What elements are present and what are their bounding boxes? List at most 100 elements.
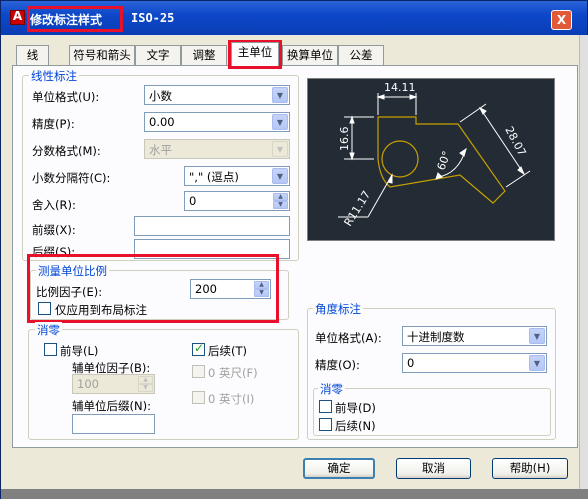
- tab-primary-units[interactable]: 主单位: [231, 42, 279, 66]
- zero-inches-label: 0 英寸(I): [208, 392, 255, 406]
- dimension-style-dialog: A 修改标注样式 ISO-25 X 线 符号和箭头 文字 调整 主单位 换算单位…: [0, 0, 588, 499]
- close-button[interactable]: X: [551, 10, 572, 30]
- layout-only-label: 仅应用到布局标注: [55, 303, 147, 317]
- background-window-strip: [1, 489, 588, 499]
- angular-precision-value: 0: [407, 356, 415, 370]
- chevron-down-icon[interactable]: ▼: [529, 355, 545, 371]
- tab-fit[interactable]: 调整: [181, 45, 227, 65]
- tab-alternate-units[interactable]: 换算单位: [282, 45, 338, 65]
- preview-dim-angle: 60°: [435, 149, 454, 172]
- window-title: 修改标注样式: [30, 13, 103, 27]
- spin-down-icon[interactable]: ▼: [273, 201, 288, 209]
- preview-drawing: 14.11 16.6 28.07 60° R11.17: [338, 81, 531, 229]
- scale-factor-label: 比例因子(E):: [36, 285, 103, 299]
- round-off-stepper[interactable]: 0 ▲ ▼: [184, 191, 290, 211]
- cancel-button-label: 取消: [422, 461, 445, 475]
- angular-precision-select[interactable]: 0 ▼: [402, 353, 547, 373]
- tab-label: 符号和箭头: [73, 48, 131, 62]
- angular-zero-suppression-legend: 消零: [318, 381, 345, 397]
- fraction-format-select[interactable]: 水平 ▼: [144, 139, 290, 159]
- angular-unit-format-value: 十进制度数: [407, 330, 465, 344]
- close-icon: X: [556, 13, 567, 27]
- unit-format-value: 小数: [149, 89, 172, 103]
- angular-leading-zero-label: 前导(D): [335, 401, 376, 415]
- suffix-label: 后缀(S):: [32, 245, 76, 259]
- tab-label: 调整: [192, 48, 216, 62]
- angular-unit-format-label: 单位格式(A):: [315, 331, 382, 345]
- chevron-down-icon: ▼: [272, 141, 288, 157]
- trailing-zero-label: 后续(T): [208, 344, 247, 358]
- sub-unit-factor-value: 100: [77, 377, 99, 391]
- precision-value: 0.00: [149, 115, 175, 129]
- trailing-zero-checkbox[interactable]: [192, 341, 205, 356]
- chevron-down-icon: ▼: [272, 168, 288, 184]
- preview-dim-left: 16.6: [338, 127, 351, 152]
- preview-dim-top: 14.11: [384, 81, 416, 94]
- spin-up-icon[interactable]: ▲: [138, 376, 153, 384]
- title-bar[interactable]: A 修改标注样式 ISO-25 X: [1, 1, 587, 35]
- precision-select[interactable]: 0.00 ▼: [144, 112, 290, 132]
- round-off-value: 0: [189, 194, 197, 208]
- dimension-style-name: ISO-25: [131, 11, 175, 25]
- tab-lines[interactable]: 线: [16, 45, 49, 65]
- scale-factor-value: 200: [195, 282, 217, 296]
- angular-precision-label: 精度(O):: [315, 358, 360, 372]
- decimal-separator-select[interactable]: "," (逗点) ▼: [184, 166, 290, 186]
- spin-down-icon[interactable]: ▼: [254, 289, 269, 297]
- decimal-separator-label: 小数分隔符(C):: [32, 171, 111, 185]
- background-window-edge: [579, 35, 588, 489]
- tab-label: 主单位: [237, 45, 273, 59]
- layout-only-checkbox[interactable]: [38, 302, 51, 315]
- tab-label: 换算单位: [287, 48, 333, 62]
- dimension-preview: 14.11 16.6 28.07 60° R11.17: [307, 78, 555, 241]
- prefix-label: 前缀(X):: [32, 223, 76, 237]
- spin-down-icon[interactable]: ▼: [138, 384, 153, 392]
- help-button[interactable]: 帮助(H): [492, 458, 568, 479]
- fraction-format-label: 分数格式(M):: [32, 144, 101, 158]
- preview-dim-radius: R11.17: [342, 189, 374, 229]
- angular-leading-zero-checkbox[interactable]: [319, 400, 332, 413]
- zero-feet-checkbox[interactable]: [192, 365, 205, 378]
- sub-unit-suffix-input[interactable]: [72, 414, 155, 434]
- unit-format-select[interactable]: 小数 ▼: [144, 85, 290, 105]
- leading-zero-label: 前导(L): [60, 344, 99, 358]
- angular-dimensions-legend: 角度标注: [313, 301, 363, 317]
- unit-format-label: 单位格式(U):: [32, 90, 100, 104]
- angular-trailing-zero-label: 后续(N): [335, 419, 376, 433]
- tab-tolerances[interactable]: 公差: [338, 45, 384, 65]
- help-button-label: 帮助(H): [509, 461, 551, 475]
- ok-button[interactable]: 确定: [303, 458, 375, 479]
- ok-button-label: 确定: [327, 461, 351, 475]
- angular-unit-format-select[interactable]: 十进制度数 ▼: [402, 326, 547, 346]
- chevron-down-icon[interactable]: ▼: [529, 328, 545, 344]
- zero-suppression-legend: 消零: [35, 322, 62, 338]
- angular-trailing-zero-checkbox[interactable]: [319, 418, 332, 431]
- fraction-format-value: 水平: [149, 143, 172, 157]
- tab-symbols-arrows[interactable]: 符号和箭头: [69, 45, 135, 65]
- spin-up-icon[interactable]: ▲: [273, 193, 288, 201]
- zero-feet-label: 0 英尺(F): [208, 366, 258, 380]
- suffix-input[interactable]: [134, 239, 290, 259]
- chevron-down-icon: ▼: [272, 87, 288, 103]
- tab-label: 公差: [349, 48, 373, 62]
- decimal-separator-value: "," (逗点): [189, 170, 239, 184]
- precision-label: 精度(P):: [32, 117, 75, 131]
- sub-unit-factor-stepper[interactable]: 100 ▲ ▼: [72, 374, 155, 394]
- autocad-logo-glyph: A: [12, 9, 23, 23]
- tab-label: 线: [26, 48, 39, 62]
- linear-dimensions-legend: 线性标注: [29, 68, 79, 84]
- leading-zero-checkbox[interactable]: [44, 343, 57, 356]
- measurement-scale-legend: 测量单位比例: [36, 263, 109, 279]
- autocad-logo-icon: A: [10, 9, 25, 25]
- sub-unit-suffix-label: 辅单位后缀(N):: [72, 399, 151, 413]
- round-off-label: 舍入(R):: [32, 198, 76, 212]
- prefix-input[interactable]: [134, 216, 290, 236]
- tab-label: 文字: [146, 48, 170, 62]
- zero-inches-checkbox[interactable]: [192, 391, 205, 404]
- tab-text[interactable]: 文字: [135, 45, 181, 65]
- preview-dim-right: 28.07: [502, 124, 528, 158]
- spin-up-icon[interactable]: ▲: [254, 281, 269, 289]
- scale-factor-stepper[interactable]: 200 ▲ ▼: [190, 279, 271, 299]
- cancel-button[interactable]: 取消: [396, 458, 471, 479]
- chevron-down-icon: ▼: [272, 114, 288, 130]
